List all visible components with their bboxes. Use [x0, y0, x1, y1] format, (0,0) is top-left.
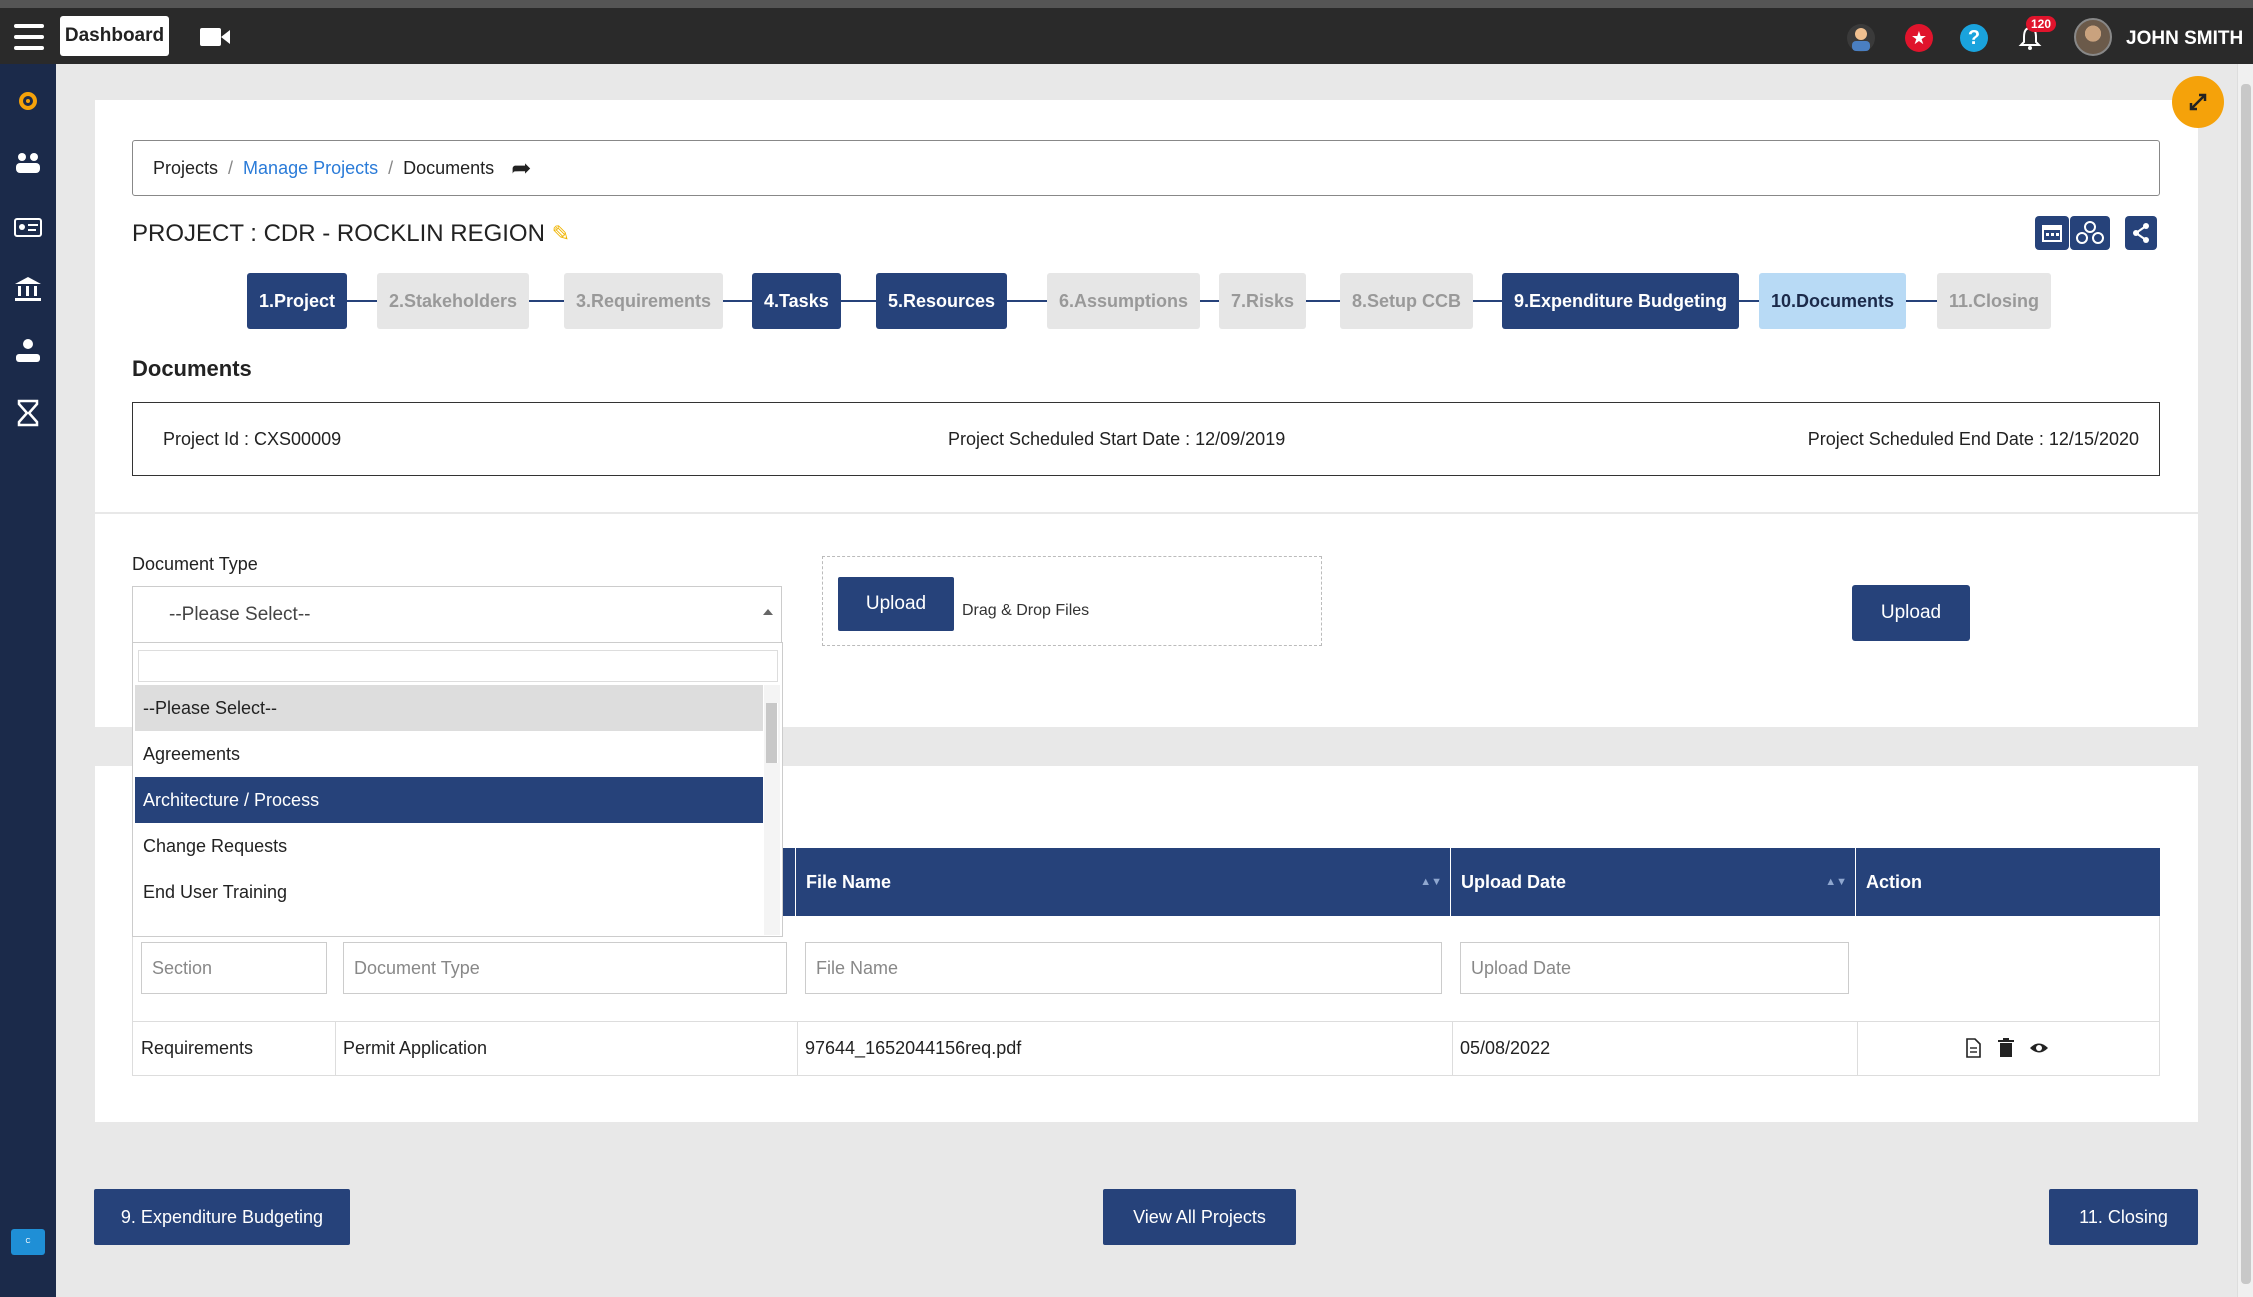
- dropdown-scrollbar[interactable]: [764, 685, 780, 935]
- sidebar: C: [0, 64, 56, 1297]
- step-expenditure-budgeting[interactable]: 9.Expenditure Budgeting: [1502, 273, 1740, 329]
- dropdown-option[interactable]: Change Requests: [135, 823, 763, 869]
- calendar-icon[interactable]: [2035, 216, 2069, 250]
- document-type-filter-input[interactable]: Document Type: [343, 942, 787, 994]
- cell-section: Requirements: [141, 1038, 254, 1058]
- next-step-button[interactable]: 11. Closing: [2049, 1189, 2198, 1245]
- upload-submit-button[interactable]: Upload: [1852, 585, 1970, 641]
- section-filter-input[interactable]: Section: [141, 942, 327, 994]
- project-stepper: 1.Project 2.Stakeholders 3.Requirements …: [247, 273, 2057, 329]
- app-logo: C: [11, 1229, 45, 1255]
- cell-file-name: 97644_1652044156req.pdf: [805, 1038, 1022, 1058]
- team-icon[interactable]: [13, 148, 43, 178]
- document-type-label: Document Type: [132, 554, 258, 574]
- avatar[interactable]: [2074, 18, 2112, 56]
- share-icon[interactable]: [2125, 216, 2157, 250]
- section-title: Documents: [132, 356, 252, 381]
- page-scrollbar[interactable]: [2237, 64, 2253, 1297]
- trash-icon[interactable]: [1996, 1038, 2016, 1058]
- step-resources[interactable]: 5.Resources: [876, 273, 1008, 329]
- share-arrow-icon[interactable]: ➦: [511, 142, 531, 196]
- gear-icon[interactable]: [13, 86, 43, 116]
- menu-icon[interactable]: [14, 24, 44, 50]
- dropdown-option[interactable]: Agreements: [135, 731, 763, 777]
- document-type-dropdown: --Please Select-- Agreements Architectur…: [132, 642, 783, 937]
- file-icon[interactable]: [1963, 1038, 1983, 1058]
- project-id: Project Id : CXS00009: [163, 429, 342, 449]
- prev-step-button[interactable]: 9. Expenditure Budgeting: [94, 1189, 350, 1245]
- step-project[interactable]: 1.Project: [247, 273, 348, 329]
- step-setup-ccb[interactable]: 8.Setup CCB: [1340, 273, 1474, 329]
- project-info-box: Project Id : CXS00009 Project Scheduled …: [132, 402, 2160, 476]
- breadcrumb: Projects / Manage Projects / Documents ➦: [132, 140, 2160, 196]
- dropdown-option[interactable]: --Please Select--: [135, 685, 763, 731]
- network-icon[interactable]: [2070, 216, 2110, 250]
- file-name-filter-input[interactable]: File Name: [805, 942, 1442, 994]
- favorites-star-icon[interactable]: ★: [1905, 24, 1933, 52]
- step-risks[interactable]: 7.Risks: [1219, 273, 1307, 329]
- dropdown-option[interactable]: Architecture / Process: [135, 777, 763, 823]
- upload-date-filter-input[interactable]: Upload Date: [1460, 942, 1849, 994]
- top-bar: Dashboard ★ ? 120 JOHN SMITH: [0, 0, 2253, 64]
- cell-document-type: Permit Application: [343, 1038, 488, 1058]
- choose-file-button[interactable]: Upload: [838, 577, 954, 631]
- step-stakeholders[interactable]: 2.Stakeholders: [377, 273, 530, 329]
- drag-drop-text: Drag & Drop Files: [962, 602, 1090, 619]
- dashboard-button[interactable]: Dashboard: [60, 16, 169, 56]
- header-file-name[interactable]: File Name ▲▼: [796, 848, 1451, 916]
- dropdown-search-input[interactable]: [138, 650, 778, 682]
- dropdown-option[interactable]: End User Training: [135, 869, 763, 915]
- page-title: PROJECT : CDR - ROCKLIN REGION ✎: [132, 220, 571, 247]
- help-icon[interactable]: ?: [1960, 24, 1988, 52]
- view-all-projects-button[interactable]: View All Projects: [1103, 1189, 1296, 1245]
- expand-button[interactable]: [2172, 76, 2224, 128]
- hourglass-icon[interactable]: [13, 398, 43, 428]
- table-row: Requirements Permit Application 97644_16…: [132, 1022, 2160, 1076]
- header-action: Action: [1866, 872, 1922, 892]
- project-end-date: Project Scheduled End Date : 12/15/2020: [1807, 429, 2139, 449]
- pencil-icon[interactable]: ✎: [552, 221, 570, 246]
- file-dropzone[interactable]: Upload Drag & Drop Files: [822, 556, 1322, 646]
- header-upload-date[interactable]: Upload Date ▲▼: [1451, 848, 1856, 916]
- dropdown-options: --Please Select-- Agreements Architectur…: [135, 685, 763, 935]
- user-profile-icon[interactable]: [1847, 24, 1875, 52]
- step-documents[interactable]: 10.Documents: [1759, 273, 1907, 329]
- video-camera-icon[interactable]: [199, 25, 231, 49]
- username[interactable]: JOHN SMITH: [2126, 28, 2243, 50]
- expand-icon: [2189, 93, 2207, 111]
- bank-icon[interactable]: [13, 274, 43, 304]
- project-header-card: Projects / Manage Projects / Documents ➦ PRO…: [95, 100, 2198, 512]
- document-type-select[interactable]: --Please Select--: [132, 586, 782, 644]
- cell-upload-date: 05/08/2022: [1460, 1038, 1551, 1058]
- step-closing[interactable]: 11.Closing: [1937, 273, 2052, 329]
- step-tasks[interactable]: 4.Tasks: [752, 273, 841, 329]
- breadcrumb-manage-projects[interactable]: Manage Projects: [243, 158, 378, 178]
- step-requirements[interactable]: 3.Requirements: [564, 273, 724, 329]
- notification-count-badge: 120: [2026, 16, 2057, 32]
- id-card-icon[interactable]: [13, 212, 43, 242]
- step-assumptions[interactable]: 6.Assumptions: [1047, 273, 1201, 329]
- breadcrumb-documents: Documents: [403, 158, 495, 178]
- project-start-date: Project Scheduled Start Date : 12/09/201…: [948, 429, 1286, 449]
- caret-up-icon: [763, 609, 773, 615]
- breadcrumb-projects[interactable]: Projects: [153, 158, 218, 178]
- hand-coins-icon[interactable]: [13, 336, 43, 366]
- eye-icon[interactable]: [2029, 1038, 2049, 1058]
